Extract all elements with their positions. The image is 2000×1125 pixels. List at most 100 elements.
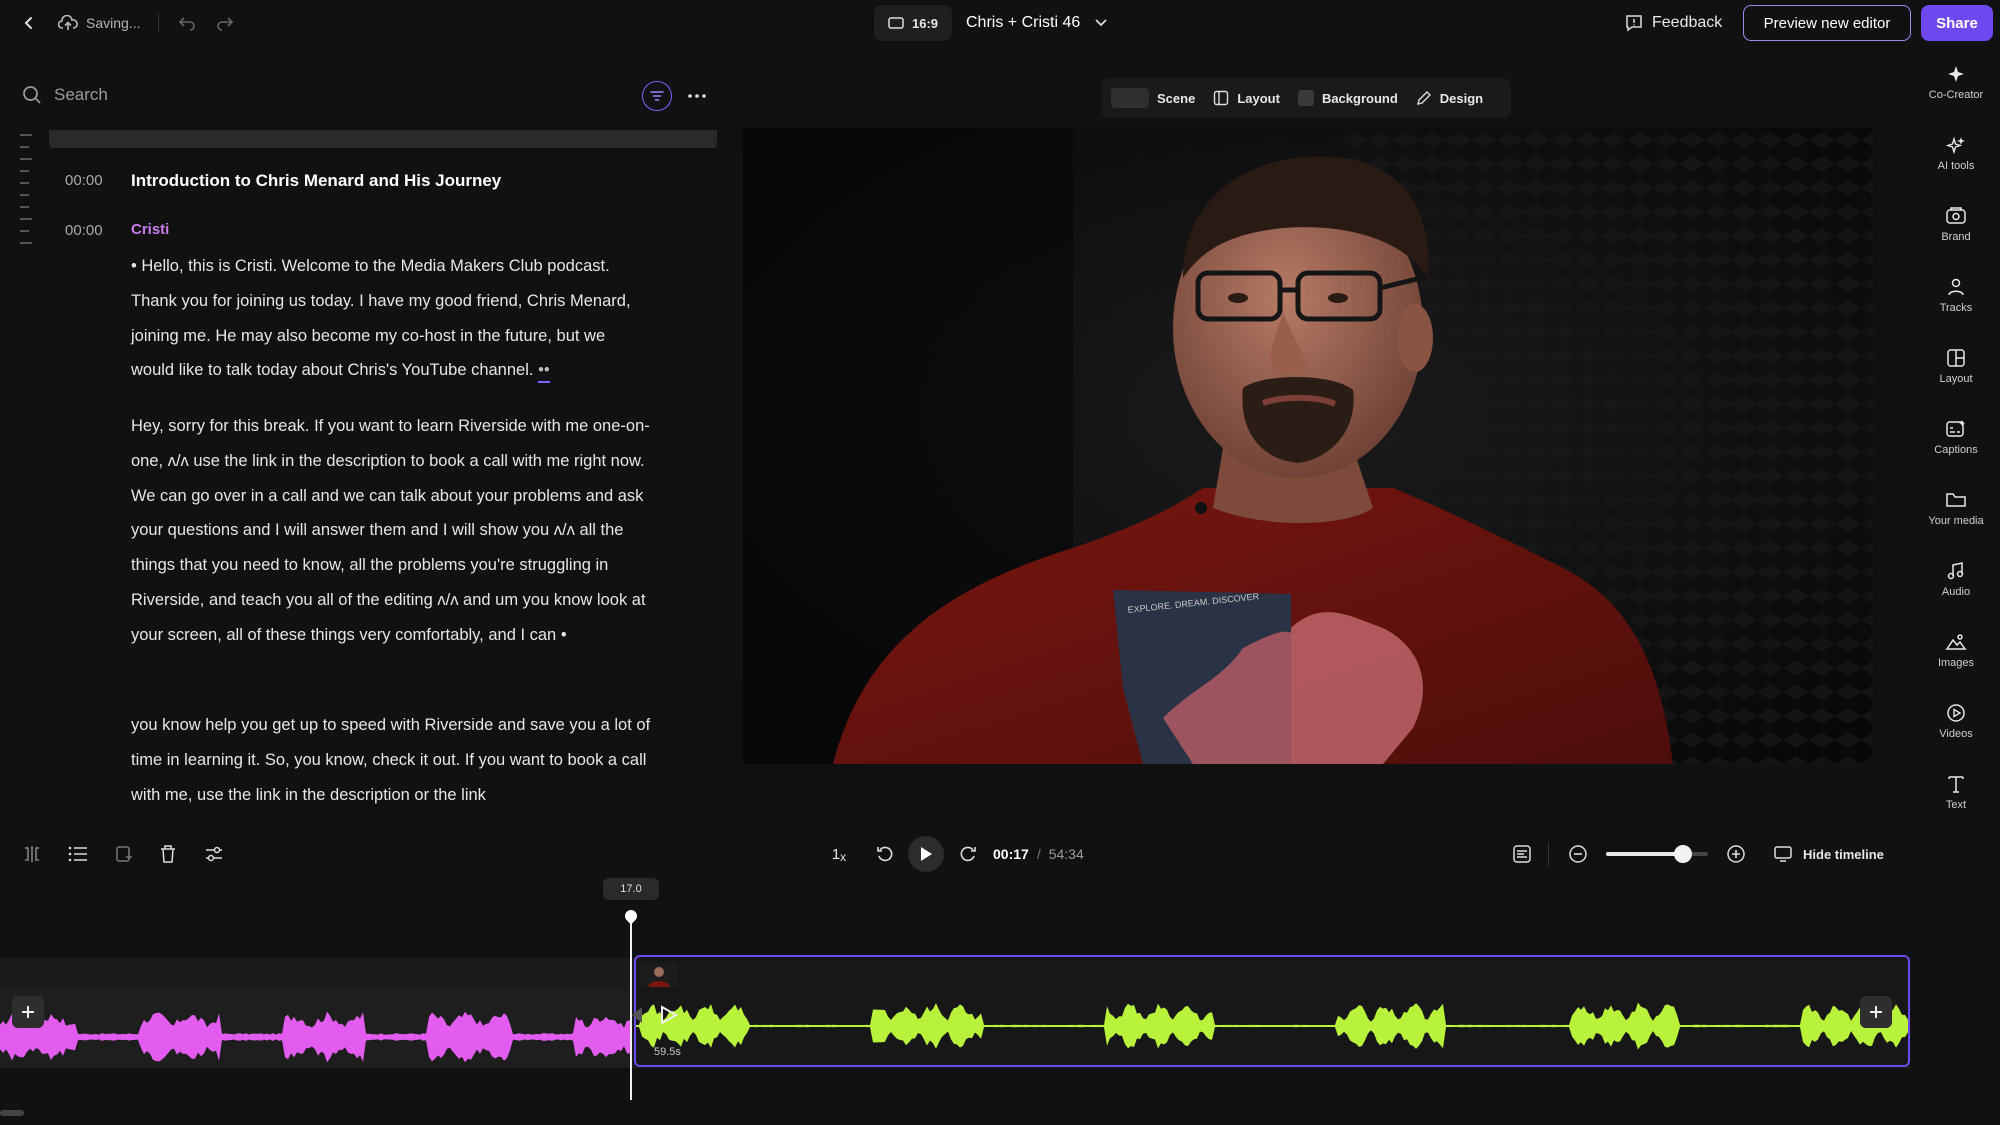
waveform-shape [0, 1011, 630, 1063]
brand-icon [1946, 207, 1966, 224]
minimap-line [20, 230, 29, 232]
share-button[interactable]: Share [1921, 5, 1993, 41]
video-frame-image: EXPLORE. DREAM. DISCOVER [743, 128, 1873, 764]
scene-button[interactable]: Scene [1111, 88, 1195, 108]
background-button[interactable]: Background [1297, 90, 1398, 106]
audio-clip-a[interactable] [0, 988, 630, 1068]
zoom-out-icon [1569, 845, 1587, 863]
zoom-out-button[interactable] [1564, 830, 1592, 878]
preview-new-editor-button[interactable]: Preview new editor [1743, 5, 1911, 41]
design-button[interactable]: Design [1416, 90, 1483, 106]
speaker-name[interactable]: Cristi [131, 221, 169, 238]
background-label: Background [1321, 90, 1398, 106]
search-box[interactable]: Search [22, 80, 108, 110]
split-button[interactable] [18, 830, 46, 878]
rail-brand[interactable]: Brand [1916, 206, 1996, 243]
clip-navigation[interactable] [630, 1003, 680, 1027]
adjust-button[interactable] [200, 830, 228, 878]
paragraph-text[interactable]: Hello, this is Cristi. Welcome to the Me… [131, 257, 631, 379]
back-button[interactable] [14, 8, 44, 38]
add-clip-right-button[interactable] [1860, 996, 1892, 1028]
playback-controls: 1x 00:17 / 54:34 Hide timeline [0, 830, 1910, 878]
minimap-line [20, 194, 29, 196]
speaker-timestamp[interactable]: 00:00 [65, 222, 103, 239]
monitor-icon [1774, 846, 1792, 862]
rail-layout[interactable]: Layout [1916, 348, 1996, 385]
delete-button[interactable] [154, 830, 182, 878]
rail-videos[interactable]: Videos [1916, 703, 1996, 740]
rail-ai-tools[interactable]: AI tools [1916, 135, 1996, 172]
zoom-slider-thumb[interactable] [1673, 845, 1692, 863]
horizontal-scrollbar[interactable] [0, 1110, 24, 1116]
rail-co-creator[interactable]: Co-Creator [1916, 64, 1996, 101]
video-preview[interactable]: EXPLORE. DREAM. DISCOVER [743, 128, 1873, 764]
zoom-in-button[interactable] [1722, 830, 1750, 878]
hide-timeline-button[interactable]: Hide timeline [1773, 830, 1884, 878]
play-button[interactable] [908, 836, 944, 872]
speed-unit: x [840, 850, 847, 864]
rail-images[interactable]: Images [1916, 632, 1996, 669]
more-dots-icon [688, 94, 706, 98]
timeline[interactable]: 59.5s 17.0 [0, 878, 1910, 1108]
playback-speed-button[interactable]: 1x [826, 830, 852, 878]
transcript-paragraph[interactable]: Hey, sorry for this break. If you want t… [131, 409, 651, 653]
minimap-line [20, 218, 32, 220]
split-icon [25, 846, 39, 862]
layout-icon [1947, 349, 1965, 367]
playhead-handle[interactable] [622, 907, 640, 925]
captions-toggle-button[interactable] [1508, 830, 1536, 878]
trash-icon [161, 845, 175, 863]
rail-label: Text [1945, 799, 1967, 811]
transcript-paragraph[interactable]: • Hello, this is Cristi. Welcome to the … [131, 249, 651, 388]
chapter-title[interactable]: Introduction to Chris Menard and His Jou… [131, 171, 501, 191]
rail-captions[interactable]: Captions [1916, 419, 1996, 456]
transcript-paragraph[interactable]: you know help you get up to speed with R… [131, 708, 651, 826]
chevron-down-icon [1095, 19, 1107, 27]
clip-thumbnail-image [640, 963, 678, 987]
rewind-button[interactable] [872, 830, 898, 878]
redo-icon [217, 17, 234, 31]
rail-label: Videos [1939, 728, 1973, 740]
feedback-button[interactable]: Feedback [1624, 8, 1722, 38]
aspect-ratio-icon [888, 17, 904, 29]
list-view-button[interactable] [64, 830, 92, 878]
waveform-a [0, 1011, 630, 1063]
image-icon [1945, 634, 1967, 650]
undo-icon [178, 17, 195, 31]
layout-label: Layout [1237, 90, 1280, 106]
rail-text[interactable]: Text [1916, 774, 1996, 811]
forward-button[interactable] [955, 830, 981, 878]
video-play-icon [1947, 704, 1965, 722]
saving-status: Saving... [58, 10, 140, 36]
sparkle-icon [1948, 66, 1964, 82]
rail-your-media[interactable]: Your media [1916, 490, 1996, 527]
pause-marker[interactable]: •• [538, 361, 550, 384]
filter-button[interactable] [642, 81, 672, 111]
redo-button[interactable] [210, 8, 240, 38]
playhead[interactable] [630, 916, 632, 1100]
hide-timeline-label: Hide timeline [1803, 846, 1884, 862]
rail-label: Audio [1941, 586, 1971, 598]
plus-icon [1870, 1006, 1882, 1018]
rail-audio[interactable]: Audio [1916, 561, 1996, 598]
add-layer-icon [116, 846, 132, 862]
minimap-line [20, 158, 32, 160]
chevron-left-icon [24, 17, 32, 29]
search-input[interactable]: Search [54, 85, 108, 105]
chapter-timestamp[interactable]: 00:00 [65, 172, 103, 189]
zoom-slider[interactable] [1606, 845, 1708, 863]
add-clip-left-button[interactable] [12, 996, 44, 1028]
add-clip-button[interactable] [110, 830, 138, 878]
project-title-dropdown[interactable]: Chris + Cristi 46 [966, 5, 1108, 41]
layout-button[interactable]: Layout [1213, 90, 1280, 106]
transcript-minimap[interactable] [20, 134, 34, 244]
play-icon [921, 847, 932, 861]
rail-label: Co-Creator [1928, 89, 1984, 101]
scene-thumbnail [1111, 88, 1149, 108]
rail-tracks[interactable]: Tracks [1916, 277, 1996, 314]
more-options-button[interactable] [682, 81, 712, 111]
rewind-icon [877, 846, 893, 862]
aspect-ratio-button[interactable]: 16:9 [874, 5, 952, 41]
audio-clip-b[interactable] [634, 955, 1910, 1067]
undo-button[interactable] [172, 8, 202, 38]
